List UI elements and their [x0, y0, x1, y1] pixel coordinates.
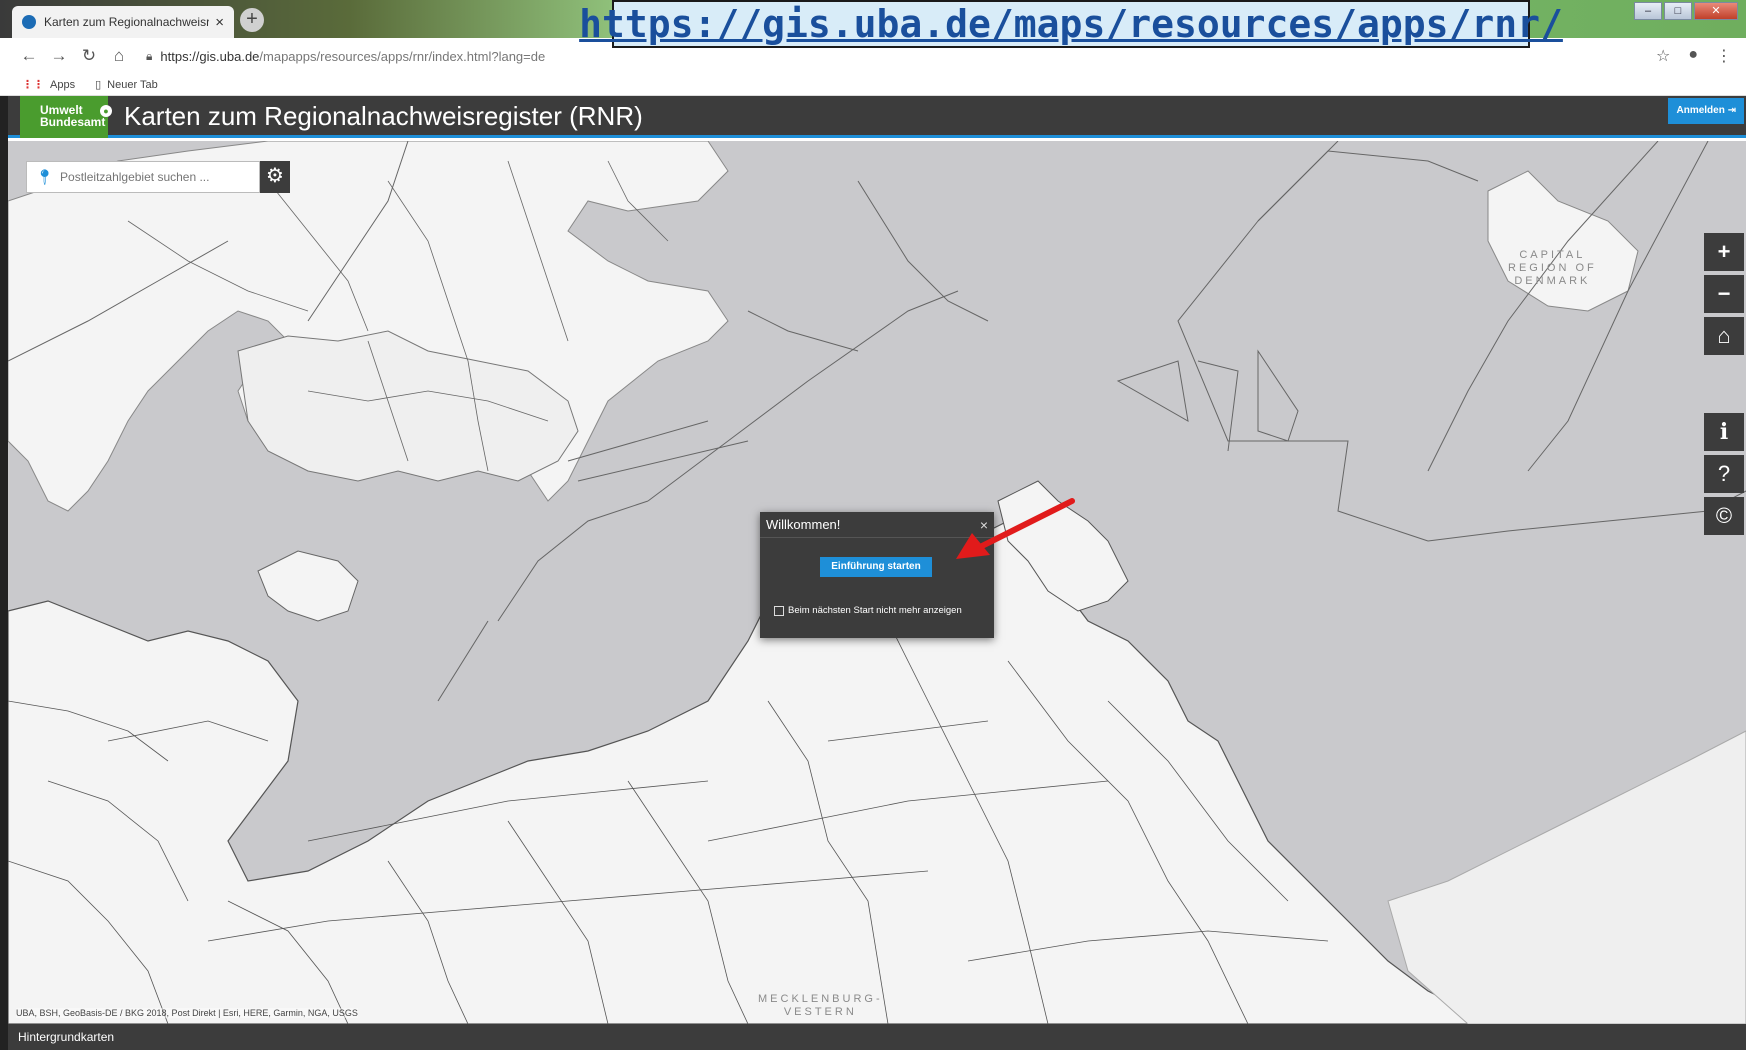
globe-icon: ● — [100, 105, 112, 117]
land-zealand — [1487, 170, 1639, 312]
house-icon: ⌂ — [1717, 323, 1731, 348]
location-pin-icon: 📍︎ — [35, 169, 55, 186]
copyright-button[interactable]: © — [1704, 497, 1744, 535]
window-close-icon[interactable]: ✕ — [1694, 2, 1738, 20]
login-button[interactable]: Anmelden ⇥ — [1668, 98, 1744, 124]
land-poland-coast — [1387, 730, 1746, 1024]
postcode-search-box[interactable]: 📍︎ — [26, 161, 260, 193]
dialog-title: Willkommen! — [766, 517, 841, 532]
search-settings-gear-icon[interactable]: ⚙ — [260, 161, 290, 193]
login-label: Anmelden — [1676, 105, 1725, 116]
back-arrow-icon[interactable]: ← — [14, 46, 44, 66]
tab-close-icon[interactable]: × — [215, 14, 224, 31]
info-button[interactable]: i — [1704, 413, 1744, 451]
map-label-line: VESTERN — [783, 1006, 857, 1018]
uba-logo[interactable]: Umwelt Bundesamt ● — [20, 96, 112, 138]
start-tour-button[interactable]: Einführung starten — [820, 557, 932, 577]
map-label-line: CAPITAL — [1519, 249, 1586, 261]
tab-title: Karten zum Regionalnachweisreg — [44, 15, 210, 29]
home-icon[interactable]: ⌂ — [104, 46, 134, 66]
left-frame-edge — [0, 96, 8, 1050]
lock-icon: 🔒︎ — [146, 48, 153, 63]
bookmarks-bar: ⋮⋮ Apps ▯ Neuer Tab — [0, 74, 1746, 96]
map-label-denmark: CAPITAL REGION OF DENMARK — [1508, 249, 1597, 288]
minimize-icon[interactable]: – — [1634, 2, 1662, 20]
land-fehmarn — [257, 550, 359, 622]
forward-arrow-icon[interactable]: → — [44, 46, 74, 66]
bookmark-new-tab[interactable]: ▯ Neuer Tab — [95, 78, 158, 92]
logo-line2: Bundesamt — [40, 115, 106, 129]
map-attribution: UBA, BSH, GeoBasis-DE / BKG 2018, Post D… — [16, 1008, 358, 1018]
map-label-line: DENMARK — [1514, 275, 1591, 287]
app-title: Karten zum Regionalnachweisregister (RNR… — [124, 101, 643, 131]
banner-url: https://gis.uba.de/maps/resources/apps/r… — [579, 2, 1563, 46]
url-domain: https://gis.uba.de — [160, 48, 260, 64]
red-annotation-arrow-icon — [956, 498, 1075, 559]
map-label-line: REGION OF — [1508, 262, 1597, 274]
basemap-label: Hintergrundkarten — [18, 1030, 115, 1044]
zoom-in-button[interactable]: + — [1704, 233, 1744, 271]
bookmark-star-icon[interactable]: ☆ — [1656, 46, 1670, 66]
zoom-out-button[interactable]: − — [1704, 275, 1744, 313]
browser-tab[interactable]: Karten zum Regionalnachweisreg × — [12, 6, 234, 38]
help-button[interactable]: ? — [1704, 455, 1744, 493]
bookmark-label: Apps — [50, 78, 76, 91]
url-field[interactable]: https://gis.uba.de/mapapps/resources/app… — [160, 49, 545, 64]
bookmark-apps[interactable]: ⋮⋮ Apps — [22, 78, 76, 92]
app-header: Umwelt Bundesamt ● Karten zum Regionalna… — [8, 96, 1746, 138]
uba-favicon-icon — [22, 15, 36, 29]
basemap-footer-bar[interactable]: Hintergrundkarten — [8, 1024, 1746, 1050]
maximize-icon[interactable]: □ — [1664, 2, 1692, 20]
postcode-search-input[interactable] — [60, 170, 241, 184]
dont-show-again-checkbox[interactable]: Beim nächsten Start nicht mehr anzeigen — [774, 605, 962, 616]
new-tab-button[interactable]: + — [240, 8, 264, 32]
reload-icon[interactable]: ↻ — [74, 46, 104, 66]
window-controls: – □ ✕ — [1634, 2, 1738, 20]
map-label-mecklenburg: MECKLENBURG- VESTERN — [758, 993, 883, 1019]
map-label-line: MECKLENBURG- — [758, 993, 883, 1005]
bookmark-label: Neuer Tab — [107, 78, 158, 91]
menu-kebab-icon[interactable]: ⋮ — [1716, 46, 1732, 66]
profile-icon[interactable]: ● — [1688, 46, 1698, 66]
checkbox-label: Beim nächsten Start nicht mehr anzeigen — [788, 605, 962, 616]
url-path: /mapapps/resources/apps/rnr/index.html?l… — [259, 48, 546, 64]
url-annotation-banner: https://gis.uba.de/maps/resources/apps/r… — [579, 0, 1563, 48]
page-icon: ▯ — [95, 79, 102, 91]
login-icon: ⇥ — [1727, 105, 1736, 116]
apps-grid-icon: ⋮⋮ — [22, 79, 44, 91]
checkbox-box[interactable] — [774, 605, 784, 616]
home-extent-button[interactable]: ⌂ — [1704, 317, 1744, 355]
